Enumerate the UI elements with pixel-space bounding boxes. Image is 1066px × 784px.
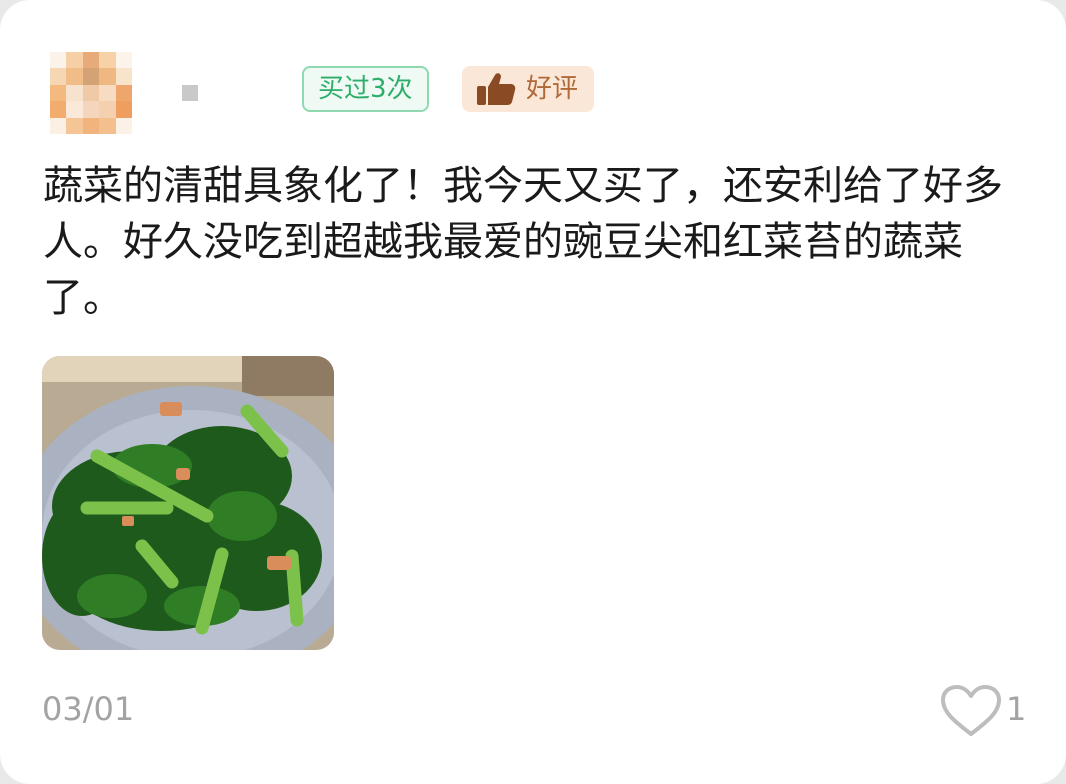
review-date: 03/01 [42,690,135,728]
stir-fried-greens-image [42,356,334,650]
purchase-count-label: 买过3次 [318,74,413,104]
purchase-count-badge: 买过3次 [302,66,429,112]
review-card: 买过3次 好评 蔬菜的清甜具象化了！我今天又买了，还安利给了好多人。好久没吃到超… [0,0,1066,784]
rating-label: 好评 [526,74,579,104]
rating-badge: 好评 [462,66,594,112]
like-count: 1 [1006,690,1027,728]
review-photo[interactable] [42,356,334,650]
avatar[interactable] [50,52,132,134]
review-text: 蔬菜的清甜具象化了！我今天又买了，还安利给了好多人。好久没吃到超越我最爱的豌豆尖… [43,163,1003,321]
heart-icon[interactable] [940,684,1002,738]
thumbs-up-icon [477,73,516,105]
username-placeholder[interactable] [182,85,198,101]
